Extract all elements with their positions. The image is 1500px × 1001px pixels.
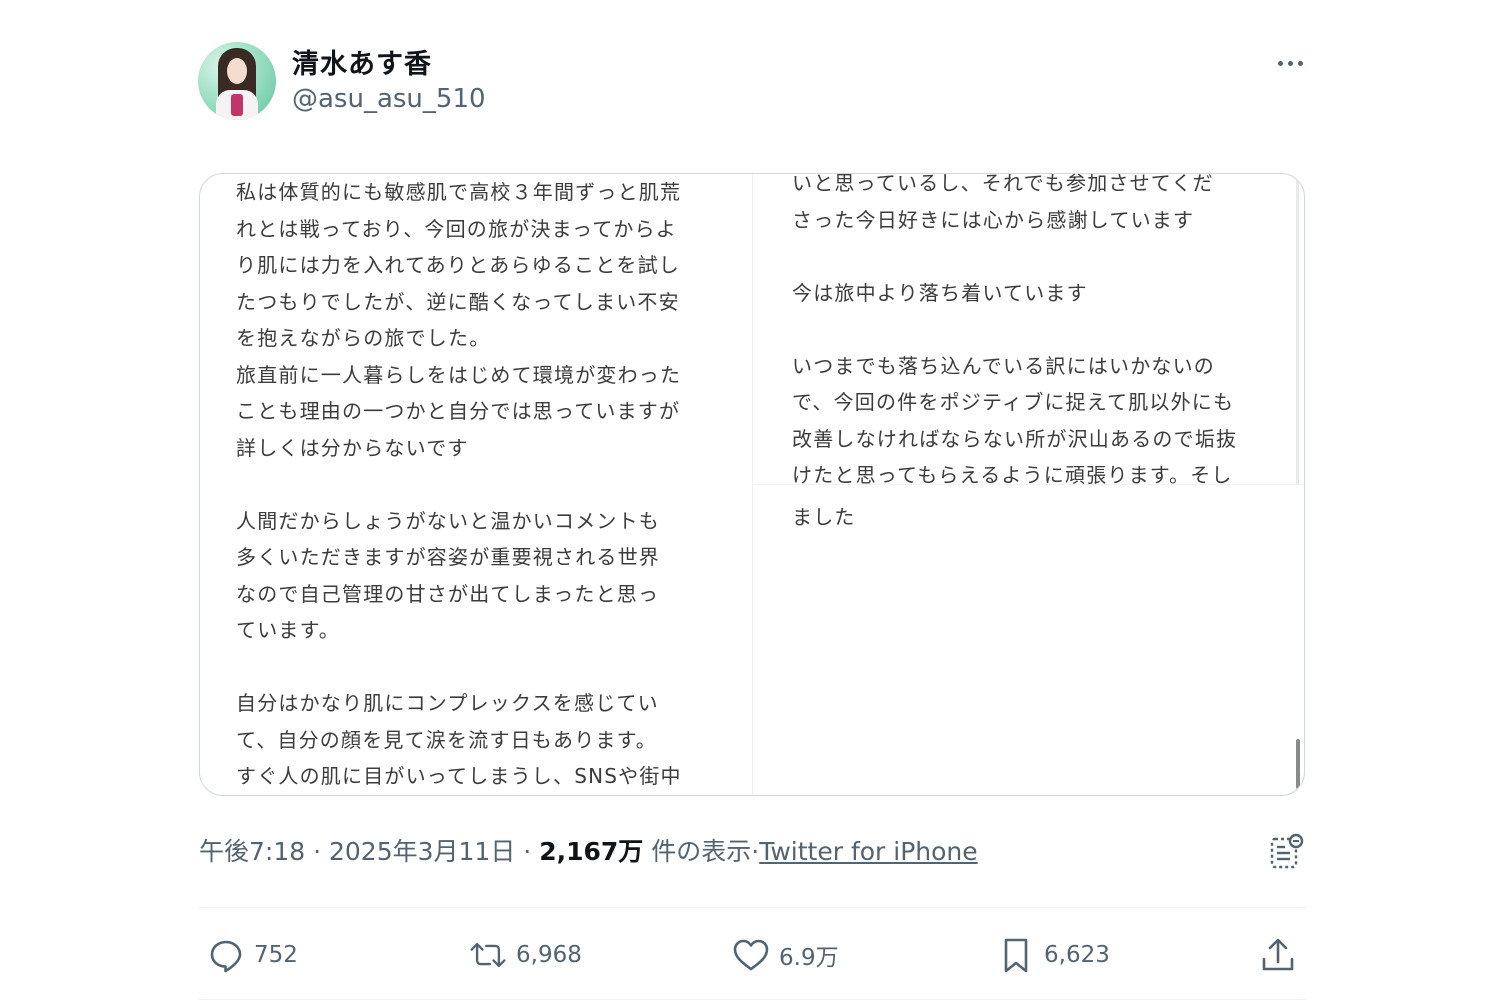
reply-button[interactable]: 752 bbox=[206, 933, 298, 977]
media-text-line: り肌には力を入れてありとあらゆることを試し bbox=[236, 253, 680, 277]
media-text-line: いつまでも落ち込んでいる訳にはいかないの bbox=[792, 353, 1215, 378]
like-button[interactable]: 6.9万 bbox=[731, 933, 839, 977]
media-text-line: ています。 bbox=[236, 618, 340, 642]
bookmark-icon bbox=[1004, 938, 1028, 973]
analytics-icon[interactable] bbox=[1266, 832, 1306, 872]
scrollbar[interactable] bbox=[1296, 739, 1300, 789]
retweet-icon bbox=[470, 942, 506, 968]
media-text-line: 人間だからしょうがないと温かいコメントも bbox=[236, 508, 660, 533]
media-text-line: 自分はかなり肌にコンプレックスを感じてい bbox=[236, 691, 659, 715]
more-options-icon[interactable] bbox=[1272, 56, 1308, 70]
media-text-line: を抱えながらの旅でした。 bbox=[236, 326, 491, 350]
media-text-line: いと思っているし、それでも参加させてくだ bbox=[792, 173, 1214, 195]
media-text-line bbox=[792, 238, 1272, 275]
image-seam bbox=[753, 484, 1304, 485]
media-text-line: 詳しくは分からないです bbox=[236, 435, 469, 460]
client-link[interactable]: Twitter for iPhone bbox=[759, 837, 977, 866]
bookmark-button[interactable]: 6,623 bbox=[996, 933, 1110, 977]
separator-bottom bbox=[199, 999, 1307, 1000]
like-count: 6.9万 bbox=[779, 945, 839, 971]
retweet-count: 6,968 bbox=[516, 942, 582, 968]
tweet-date[interactable]: 2025年3月11日 bbox=[329, 837, 515, 866]
media-text-line: すぐ人の肌に目がいってしまうし、SNSや街中 bbox=[236, 764, 682, 788]
media-text-line: けたと思ってもらえるように頑張ります。そし bbox=[792, 463, 1233, 487]
media-text-right: いと思っているし、それでも参加させてくだ さった今日好きには心から感謝しています … bbox=[792, 173, 1272, 494]
media-text-line bbox=[236, 649, 736, 686]
image-edge bbox=[1296, 174, 1299, 484]
avatar[interactable] bbox=[198, 42, 276, 120]
media-text-line: なので自己管理の甘さが出てしまったと思っ bbox=[236, 581, 660, 606]
reply-icon bbox=[210, 940, 242, 973]
display-name[interactable]: 清水あす香 bbox=[292, 42, 432, 81]
views-count: 2,167万 bbox=[539, 837, 644, 866]
media-text-line: 今は旅中より落ち着いています bbox=[792, 280, 1088, 305]
separator bbox=[199, 907, 1307, 908]
media-text-line: 改善しなければならない所が沢山あるので垢抜 bbox=[792, 426, 1238, 451]
media-text-line bbox=[792, 311, 1272, 348]
media-text-line: て、自分の顔を見て涙を流す日もあります。 bbox=[236, 727, 657, 752]
media-text-line: れとは戦っており、今回の旅が決まってからよ bbox=[236, 216, 677, 241]
share-button[interactable] bbox=[1258, 933, 1298, 977]
share-icon bbox=[1262, 938, 1294, 971]
user-handle[interactable]: @asu_asu_510 bbox=[292, 84, 486, 114]
media-text-line: 私は体質的にも敏感肌で高校３年間ずっと肌荒 bbox=[236, 180, 682, 204]
tweet-media-image[interactable]: 私は体質的にも敏感肌で高校３年間ずっと肌荒 れとは戦っており、今回の旅が決まってか… bbox=[199, 173, 1305, 796]
media-text-line: 多くいただきますが容姿が重要視される世界 bbox=[236, 545, 660, 569]
tweet-time[interactable]: 午後7:18 bbox=[199, 837, 305, 866]
reply-count: 752 bbox=[254, 942, 298, 968]
media-text-line: さった今日好きには心から感謝しています bbox=[792, 207, 1195, 232]
views-label: 件の表示 bbox=[651, 837, 752, 866]
avatar-face bbox=[227, 58, 247, 84]
tweet-meta: 午後7:18 · 2025年3月11日 · 2,167万 件の表示·Twitte… bbox=[199, 837, 978, 866]
retweet-button[interactable]: 6,968 bbox=[468, 933, 582, 977]
media-text-line bbox=[236, 466, 736, 503]
media-text-line: で、今回の件をポジティブに捉えて肌以外にも bbox=[792, 390, 1235, 414]
media-text-line: ことも理由の一つかと自分では思っていますが bbox=[236, 399, 681, 423]
media-text-right-tail: ました bbox=[792, 505, 856, 529]
media-text-left: 私は体質的にも敏感肌で高校３年間ずっと肌荒 れとは戦っており、今回の旅が決まってか… bbox=[236, 174, 736, 795]
avatar-ribbon bbox=[231, 94, 243, 116]
media-text-line: 旅直前に一人暮らしをはじめて環境が変わった bbox=[236, 362, 682, 387]
bookmark-count: 6,623 bbox=[1044, 942, 1110, 968]
media-text-line: たつもりでしたが、逆に酷くなってしまい不安 bbox=[236, 289, 680, 314]
column-divider bbox=[752, 174, 753, 795]
heart-icon bbox=[733, 939, 769, 971]
